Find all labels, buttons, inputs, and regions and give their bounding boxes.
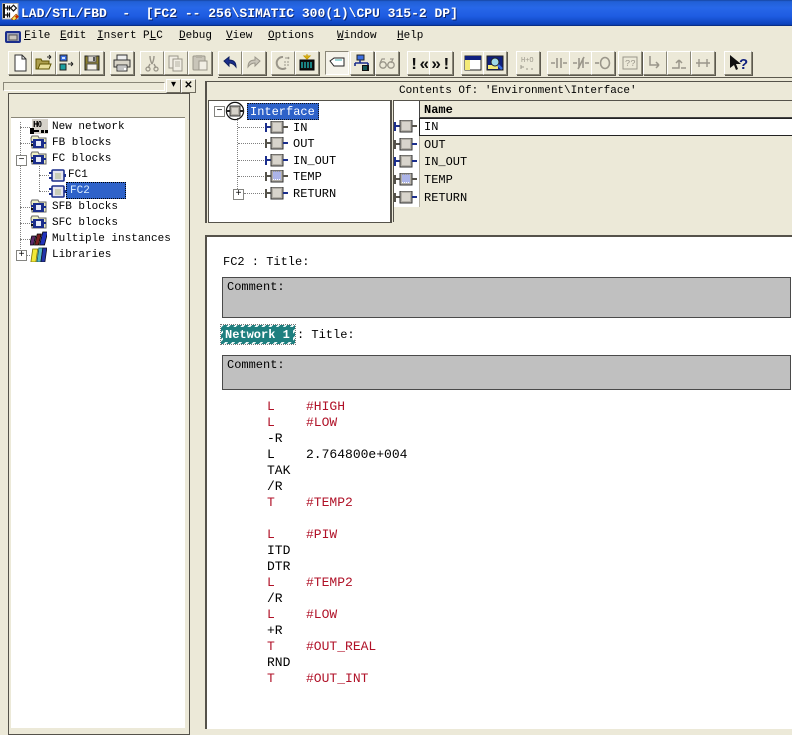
svg-text:?: ? (739, 56, 748, 72)
svg-text:??: ?? (625, 59, 636, 69)
svg-text:»!: »! (432, 56, 450, 72)
svg-text:H+O: H+O (521, 57, 534, 65)
svg-text:!«: !« (410, 56, 428, 72)
